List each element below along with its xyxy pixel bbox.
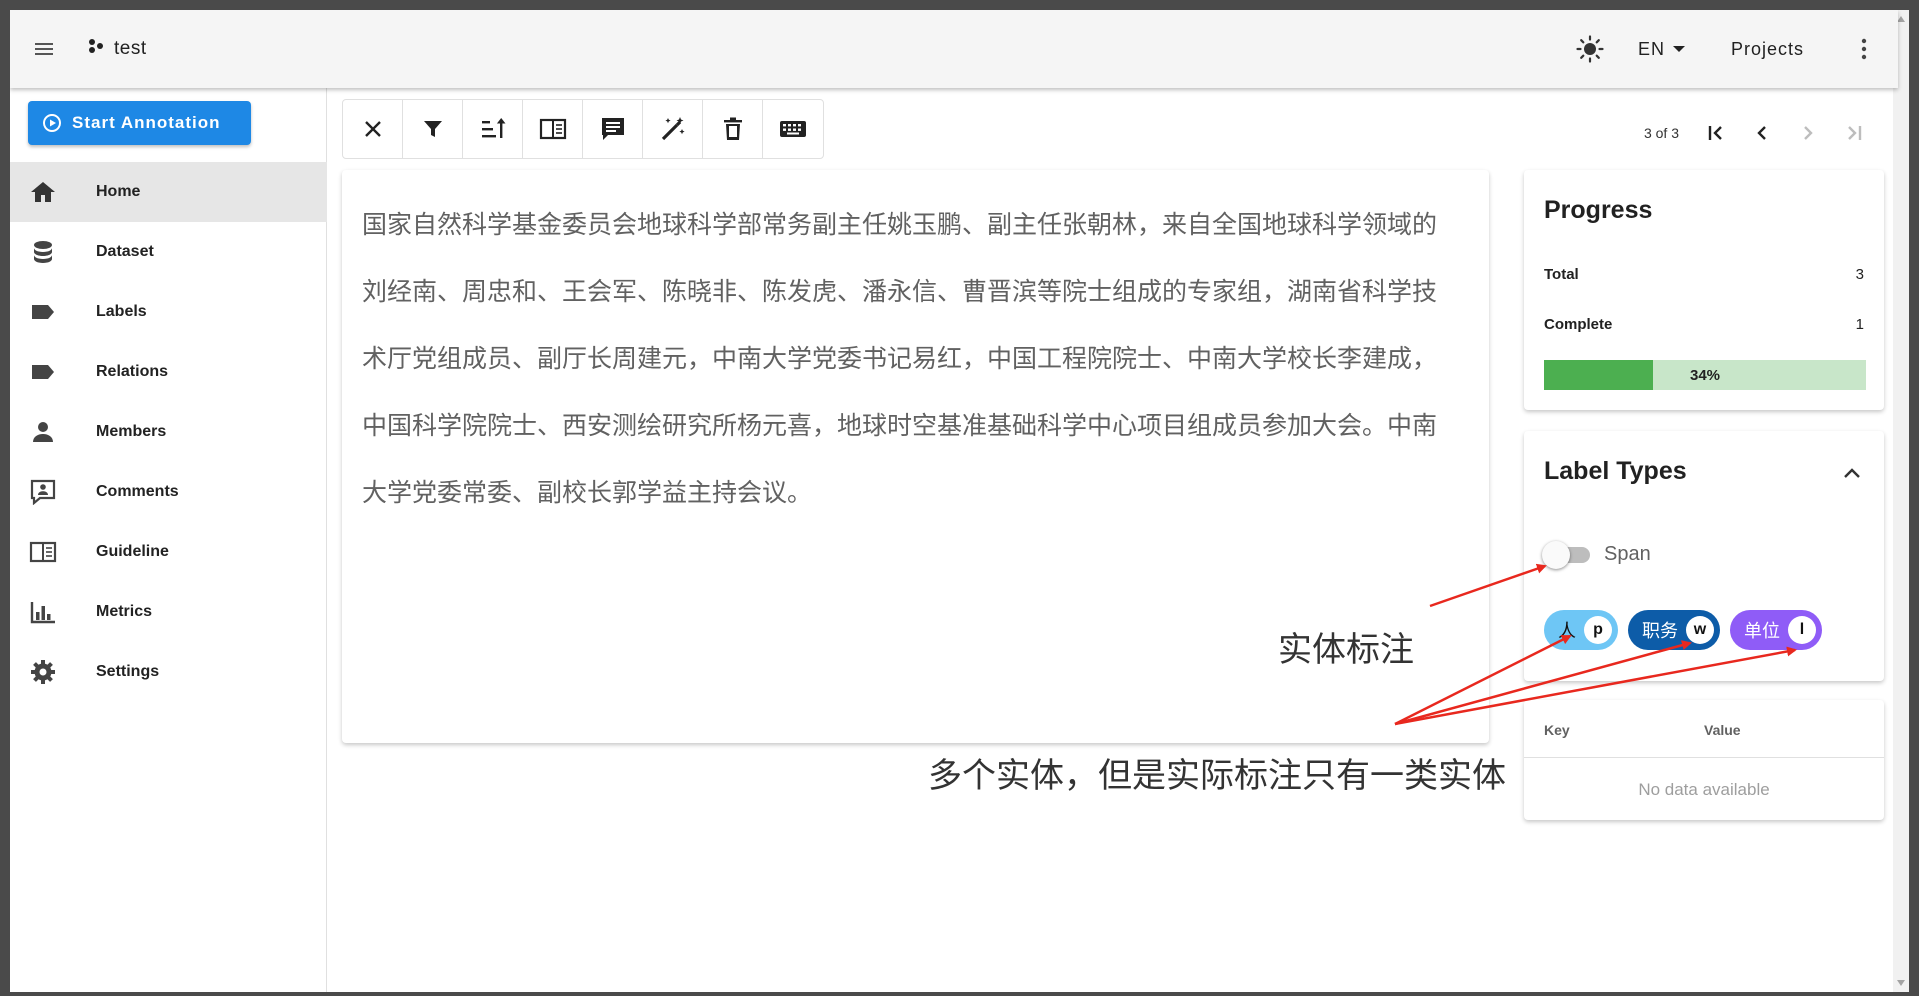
progress-bar: 34%: [1544, 360, 1866, 390]
close-icon[interactable]: [343, 100, 403, 158]
sidebar-item-label: Home: [96, 183, 141, 200]
cog-icon: [28, 659, 58, 685]
home-icon: [28, 180, 58, 204]
sidebar-item-labels[interactable]: Labels: [10, 282, 327, 342]
progress-total-row: Total 3: [1544, 266, 1864, 283]
viewport: test EN Projects Start Annotation Home D…: [10, 10, 1909, 992]
progress-card: Progress Total 3 Complete 1 34%: [1524, 170, 1884, 410]
annotation-note: 多个实体，但是实际标注只有一类实体: [928, 757, 1506, 795]
sidebar-item-label: Guideline: [96, 543, 169, 560]
app-bar-actions: EN Projects: [1566, 10, 1898, 88]
toggle-knob: [1542, 540, 1570, 569]
menu-icon[interactable]: [20, 25, 68, 73]
total-label: Total: [1544, 266, 1579, 283]
empty-message: No data available: [1638, 780, 1770, 799]
metadata-table: Key Value No data available: [1524, 700, 1884, 820]
more-vertical-icon[interactable]: [1840, 25, 1888, 73]
table-header: Key Value: [1524, 700, 1884, 758]
label-icon: [28, 303, 58, 321]
sidebar-item-label: Members: [96, 423, 167, 440]
total-value: 3: [1855, 266, 1864, 283]
brightness-icon[interactable]: [1566, 25, 1614, 73]
sidebar-item-home[interactable]: Home: [10, 162, 327, 222]
page-next-icon[interactable]: [1785, 118, 1831, 148]
sidebar-item-comments[interactable]: Comments: [10, 462, 327, 522]
page-first-icon[interactable]: [1693, 118, 1739, 148]
scroll-down-icon[interactable]: [1897, 980, 1905, 986]
page-count: 3 of 3: [1643, 125, 1679, 141]
label-types-title: Label Types: [1544, 457, 1687, 485]
language-select[interactable]: EN: [1638, 39, 1685, 60]
chip-label: 职务: [1642, 621, 1678, 641]
annotation-note: 实体标注: [1278, 631, 1414, 669]
progress-percent: 34%: [1689, 366, 1721, 384]
sidebar-item-dataset[interactable]: Dataset: [10, 222, 327, 282]
label-types-card: Label Types Span 人 p 职务 w 单位 l: [1524, 431, 1884, 681]
label-icon: [28, 363, 58, 381]
label-chip-position[interactable]: 职务 w: [1628, 610, 1720, 650]
book-open-icon: [28, 541, 58, 563]
comment-icon[interactable]: [583, 100, 643, 158]
auto-fix-icon[interactable]: [643, 100, 703, 158]
label-chip-list: 人 p 职务 w 单位 l: [1544, 610, 1832, 650]
sidebar-item-label: Metrics: [96, 603, 153, 620]
complete-label: Complete: [1544, 316, 1613, 333]
sidebar-item-label: Comments: [96, 483, 179, 500]
delete-icon[interactable]: [703, 100, 763, 158]
sidebar-item-label: Relations: [96, 363, 169, 380]
value-header[interactable]: Value: [1704, 722, 1741, 738]
sidebar-item-guideline[interactable]: Guideline: [10, 522, 327, 582]
projects-button[interactable]: Projects: [1731, 39, 1804, 60]
toggle-track: [1542, 540, 1590, 569]
page-previous-icon[interactable]: [1739, 118, 1785, 148]
toggle-label: Span: [1604, 543, 1651, 565]
document-text[interactable]: 国家自然科学基金委员会地球科学部常务副主任姚玉鹏、副主任张朝林，来自全国地球科学…: [362, 192, 1442, 527]
progress-complete-row: Complete 1: [1544, 316, 1864, 333]
caret-down-icon: [1672, 46, 1685, 52]
app-title-label: test: [114, 38, 147, 59]
filter-icon[interactable]: [403, 100, 463, 158]
annotation-toolbar: [342, 99, 824, 159]
chart-bar-icon: [28, 600, 58, 624]
sidebar-item-label: Labels: [96, 303, 147, 320]
page-last-icon[interactable]: [1831, 118, 1877, 148]
language-label: EN: [1637, 38, 1665, 59]
keyboard-icon[interactable]: [763, 100, 823, 158]
play-circle-icon: [42, 113, 62, 133]
browser-frame: test EN Projects Start Annotation Home D…: [0, 0, 1919, 996]
scroll-up-icon[interactable]: [1897, 16, 1905, 22]
app-title[interactable]: test: [88, 38, 147, 60]
chip-shortcut: l: [1788, 616, 1816, 644]
sidebar-item-settings[interactable]: Settings: [10, 642, 327, 702]
sort-icon[interactable]: [463, 100, 523, 158]
book-open-icon[interactable]: [523, 100, 583, 158]
complete-value: 1: [1855, 316, 1864, 333]
chip-shortcut: w: [1686, 616, 1714, 644]
chevron-up-icon[interactable]: [1836, 457, 1868, 489]
sidebar-item-label: Settings: [96, 663, 160, 680]
graph-icon: [88, 38, 104, 60]
pagination: 3 of 3: [1644, 118, 1877, 148]
vertical-scrollbar[interactable]: [1893, 10, 1909, 992]
label-chip-person[interactable]: 人 p: [1544, 610, 1618, 650]
comment-account-icon: [28, 479, 58, 505]
database-icon: [28, 240, 58, 264]
progress-title: Progress: [1544, 196, 1653, 224]
sidebar-item-relations[interactable]: Relations: [10, 342, 327, 402]
sidebar: Start Annotation Home Dataset Labels Rel…: [10, 88, 327, 992]
chip-shortcut: p: [1584, 616, 1612, 644]
start-annotation-label: Start Annotation: [72, 113, 221, 132]
key-header[interactable]: Key: [1544, 722, 1570, 738]
span-toggle[interactable]: Span: [1542, 540, 1651, 569]
chip-label: 人: [1558, 621, 1576, 641]
account-icon: [28, 421, 58, 443]
start-annotation-button[interactable]: Start Annotation: [28, 101, 251, 145]
sidebar-item-metrics[interactable]: Metrics: [10, 582, 327, 642]
label-chip-organization[interactable]: 单位 l: [1730, 610, 1822, 650]
sidebar-item-label: Dataset: [96, 243, 154, 260]
sidebar-item-members[interactable]: Members: [10, 402, 327, 462]
chip-label: 单位: [1744, 621, 1780, 641]
app-bar: test EN Projects: [10, 10, 1898, 88]
